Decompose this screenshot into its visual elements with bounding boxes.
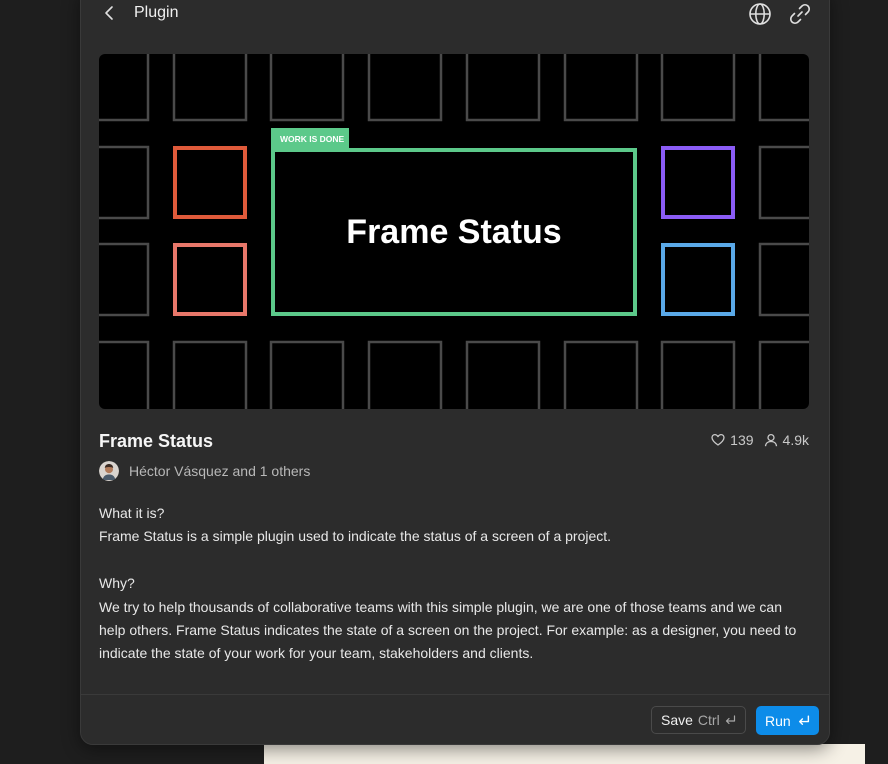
- likes-stat[interactable]: 139: [711, 432, 754, 448]
- plugin-detail-panel: Plugin WORK IS DONE Frame Status Frame S…: [80, 0, 830, 745]
- avatar: [99, 461, 119, 481]
- plugin-info-row: Frame Status 139 4.9k: [99, 430, 809, 454]
- plugin-cover-image: WORK IS DONE Frame Status: [99, 54, 809, 409]
- panel-footer: Save Ctrl Run: [81, 694, 829, 744]
- description-question-1: What it is?: [99, 505, 165, 521]
- plugin-description: What it is? Frame Status is a simple plu…: [99, 502, 811, 666]
- hero-headline: Frame Status: [346, 213, 561, 251]
- save-shortcut: Ctrl: [698, 712, 736, 728]
- author-row: Héctor Vásquez and 1 others: [99, 461, 310, 481]
- run-button-label: Run: [765, 712, 791, 729]
- users-count: 4.9k: [782, 432, 809, 448]
- users-stat: 4.9k: [764, 432, 809, 448]
- panel-header: Plugin: [81, 1, 829, 25]
- hero-badge: WORK IS DONE: [280, 134, 345, 144]
- background-canvas: [264, 744, 865, 764]
- enter-key-icon: [720, 712, 736, 728]
- enter-key-icon: [797, 714, 810, 727]
- likes-count: 139: [730, 432, 754, 448]
- plugin-stats: 139 4.9k: [711, 432, 809, 448]
- globe-icon[interactable]: [747, 1, 773, 27]
- page-title: Plugin: [134, 4, 179, 21]
- user-icon: [764, 433, 778, 447]
- author-name[interactable]: Héctor Vásquez and 1 others: [129, 463, 310, 479]
- run-button[interactable]: Run: [756, 706, 819, 735]
- link-icon[interactable]: [787, 1, 813, 27]
- plugin-name: Frame Status: [99, 431, 214, 451]
- save-button-label: Save: [661, 712, 693, 728]
- chevron-left-icon[interactable]: [99, 2, 121, 24]
- heart-icon: [711, 433, 725, 447]
- description-question-2: Why?: [99, 575, 135, 592]
- description-answer-2: We try to help thousands of collaborativ…: [99, 598, 797, 662]
- description-answer-1: Frame Status is a simple plugin used to …: [99, 528, 612, 545]
- save-button[interactable]: Save Ctrl: [651, 706, 746, 734]
